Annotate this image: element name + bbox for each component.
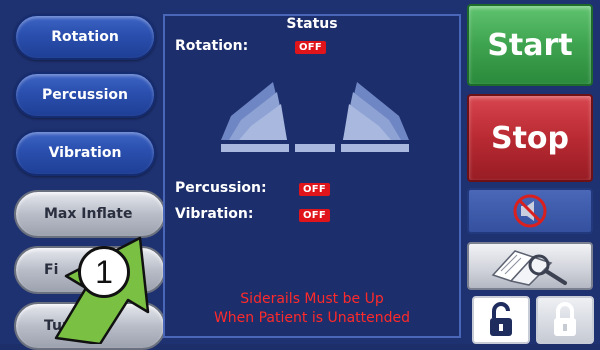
lock-icon — [554, 302, 576, 336]
max-inflate-button-label: Max Inflate — [44, 206, 133, 222]
percussion-button-label: Percussion — [42, 87, 128, 103]
rotation-status-badge: OFF — [295, 41, 327, 54]
rotation-status-label: Rotation: — [175, 38, 249, 54]
annotation-number-badge: 1 — [78, 246, 130, 298]
percussion-status-label: Percussion: — [175, 180, 267, 196]
siderails-warning-line1: Siderails Must be Up — [240, 291, 384, 307]
lock-button[interactable] — [536, 296, 594, 344]
percussion-button[interactable]: Percussion — [14, 72, 156, 118]
vibration-status-badge: OFF — [299, 209, 331, 222]
vibration-button[interactable]: Vibration — [14, 130, 156, 176]
status-panel: Status Rotation: OFF Percussion: OFF Vib… — [163, 14, 461, 338]
rotation-button-label: Rotation — [51, 29, 119, 45]
rotation-button[interactable]: Rotation — [14, 14, 156, 60]
start-button-label: Start — [487, 27, 573, 63]
vibration-button-label: Vibration — [48, 145, 122, 161]
siderails-warning-line2: When Patient is Unattended — [213, 310, 411, 326]
unlock-button[interactable] — [472, 296, 530, 344]
unlock-icon — [490, 302, 512, 336]
no-sound-icon — [513, 194, 547, 228]
stop-button-label: Stop — [490, 120, 570, 156]
percussion-status-badge: OFF — [299, 183, 331, 196]
status-title: Status — [286, 16, 338, 32]
start-button[interactable]: Start — [467, 4, 593, 86]
vibration-status-label: Vibration: — [175, 206, 254, 222]
stop-button[interactable]: Stop — [467, 94, 593, 182]
bed-control-screen: Rotation Percussion Vibration Max Inflat… — [0, 0, 600, 350]
manual-magnifier-icon — [491, 250, 567, 286]
mute-button[interactable] — [467, 188, 593, 234]
bed-rotation-icon — [221, 82, 409, 152]
manual-button[interactable] — [467, 242, 593, 290]
